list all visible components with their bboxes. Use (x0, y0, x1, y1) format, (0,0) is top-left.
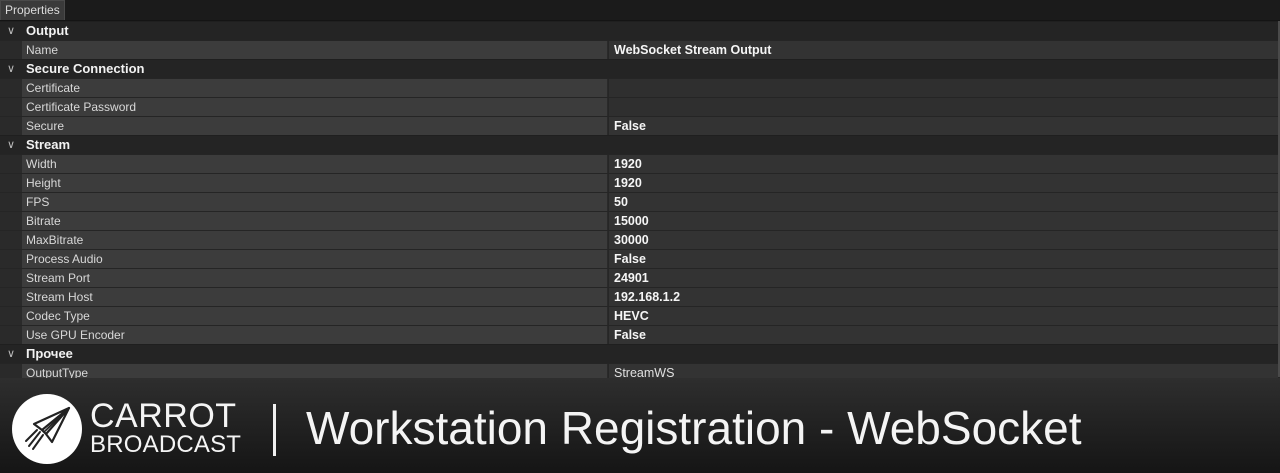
property-name: Stream Port (22, 269, 608, 287)
property-name: Width (22, 155, 608, 173)
property-row[interactable]: Secure False (0, 116, 1280, 135)
category-label: Output (26, 23, 69, 38)
chevron-down-icon[interactable]: ∨ (4, 60, 18, 78)
property-name: MaxBitrate (22, 231, 608, 249)
row-gutter (0, 269, 22, 287)
property-value[interactable]: False (609, 117, 1278, 135)
row-gutter (0, 193, 22, 211)
property-row[interactable]: Codec Type HEVC (0, 306, 1280, 325)
property-row[interactable]: FPS 50 (0, 192, 1280, 211)
property-name: Bitrate (22, 212, 608, 230)
row-gutter (0, 117, 22, 135)
property-row[interactable]: Certificate (0, 78, 1280, 97)
category-label: Stream (26, 137, 71, 152)
tab-strip: Properties (0, 0, 1280, 21)
chevron-down-icon[interactable]: ∨ (4, 136, 18, 154)
property-value[interactable] (609, 98, 1278, 116)
row-gutter (0, 98, 22, 116)
chevron-down-icon[interactable]: ∨ (4, 345, 18, 363)
property-name: Process Audio (22, 250, 608, 268)
property-row[interactable]: Bitrate 15000 (0, 211, 1280, 230)
property-row[interactable]: Name WebSocket Stream Output (0, 40, 1280, 59)
logo (12, 394, 82, 464)
category-header[interactable]: ∨ Stream (0, 135, 1280, 154)
property-value[interactable]: False (609, 250, 1278, 268)
category-label: Прочее (26, 346, 73, 361)
property-row[interactable]: MaxBitrate 30000 (0, 230, 1280, 249)
property-row[interactable]: Use GPU Encoder False (0, 325, 1280, 344)
property-name: Stream Host (22, 288, 608, 306)
brand-name-line1: CARROT (90, 397, 237, 435)
property-value[interactable]: WebSocket Stream Output (609, 41, 1278, 59)
property-value[interactable]: 192.168.1.2 (609, 288, 1278, 306)
property-name: Codec Type (22, 307, 608, 325)
property-name: Certificate (22, 79, 608, 97)
property-row[interactable]: Process Audio False (0, 249, 1280, 268)
row-gutter (0, 231, 22, 249)
property-value[interactable]: HEVC (609, 307, 1278, 325)
row-gutter (0, 250, 22, 268)
property-row[interactable]: Stream Port 24901 (0, 268, 1280, 287)
category-label: Secure Connection (26, 61, 145, 76)
property-name: Name (22, 41, 608, 59)
property-value[interactable]: 1920 (609, 174, 1278, 192)
row-gutter (0, 79, 22, 97)
property-value[interactable] (609, 79, 1278, 97)
row-gutter (0, 326, 22, 344)
chevron-down-icon[interactable]: ∨ (4, 22, 18, 40)
property-value[interactable]: 15000 (609, 212, 1278, 230)
property-name: Secure (22, 117, 608, 135)
title-divider (273, 404, 276, 456)
property-row[interactable]: Certificate Password (0, 97, 1280, 116)
brand-name-line2: BROADCAST (90, 431, 242, 458)
property-name: Certificate Password (22, 98, 608, 116)
property-name: FPS (22, 193, 608, 211)
row-gutter (0, 174, 22, 192)
tab-properties[interactable]: Properties (0, 0, 65, 20)
page-title: Workstation Registration - WebSocket (306, 402, 1082, 454)
row-gutter (0, 155, 22, 173)
property-grid: ∨ Output Name WebSocket Stream Output ∨ Secur… (0, 21, 1280, 382)
rocket-icon (25, 406, 71, 450)
row-gutter (0, 41, 22, 59)
property-value[interactable]: 50 (609, 193, 1278, 211)
row-gutter (0, 212, 22, 230)
property-name: Use GPU Encoder (22, 326, 608, 344)
category-header[interactable]: ∨ Secure Connection (0, 59, 1280, 78)
property-row[interactable]: Width 1920 (0, 154, 1280, 173)
property-value[interactable]: 24901 (609, 269, 1278, 287)
category-header[interactable]: ∨ Прочее (0, 344, 1280, 363)
property-value[interactable]: 1920 (609, 155, 1278, 173)
property-row[interactable]: Stream Host 192.168.1.2 (0, 287, 1280, 306)
category-header[interactable]: ∨ Output (0, 21, 1280, 40)
row-gutter (0, 288, 22, 306)
property-value[interactable]: 30000 (609, 231, 1278, 249)
row-gutter (0, 307, 22, 325)
property-name: Height (22, 174, 608, 192)
property-row[interactable]: Height 1920 (0, 173, 1280, 192)
property-value[interactable]: False (609, 326, 1278, 344)
